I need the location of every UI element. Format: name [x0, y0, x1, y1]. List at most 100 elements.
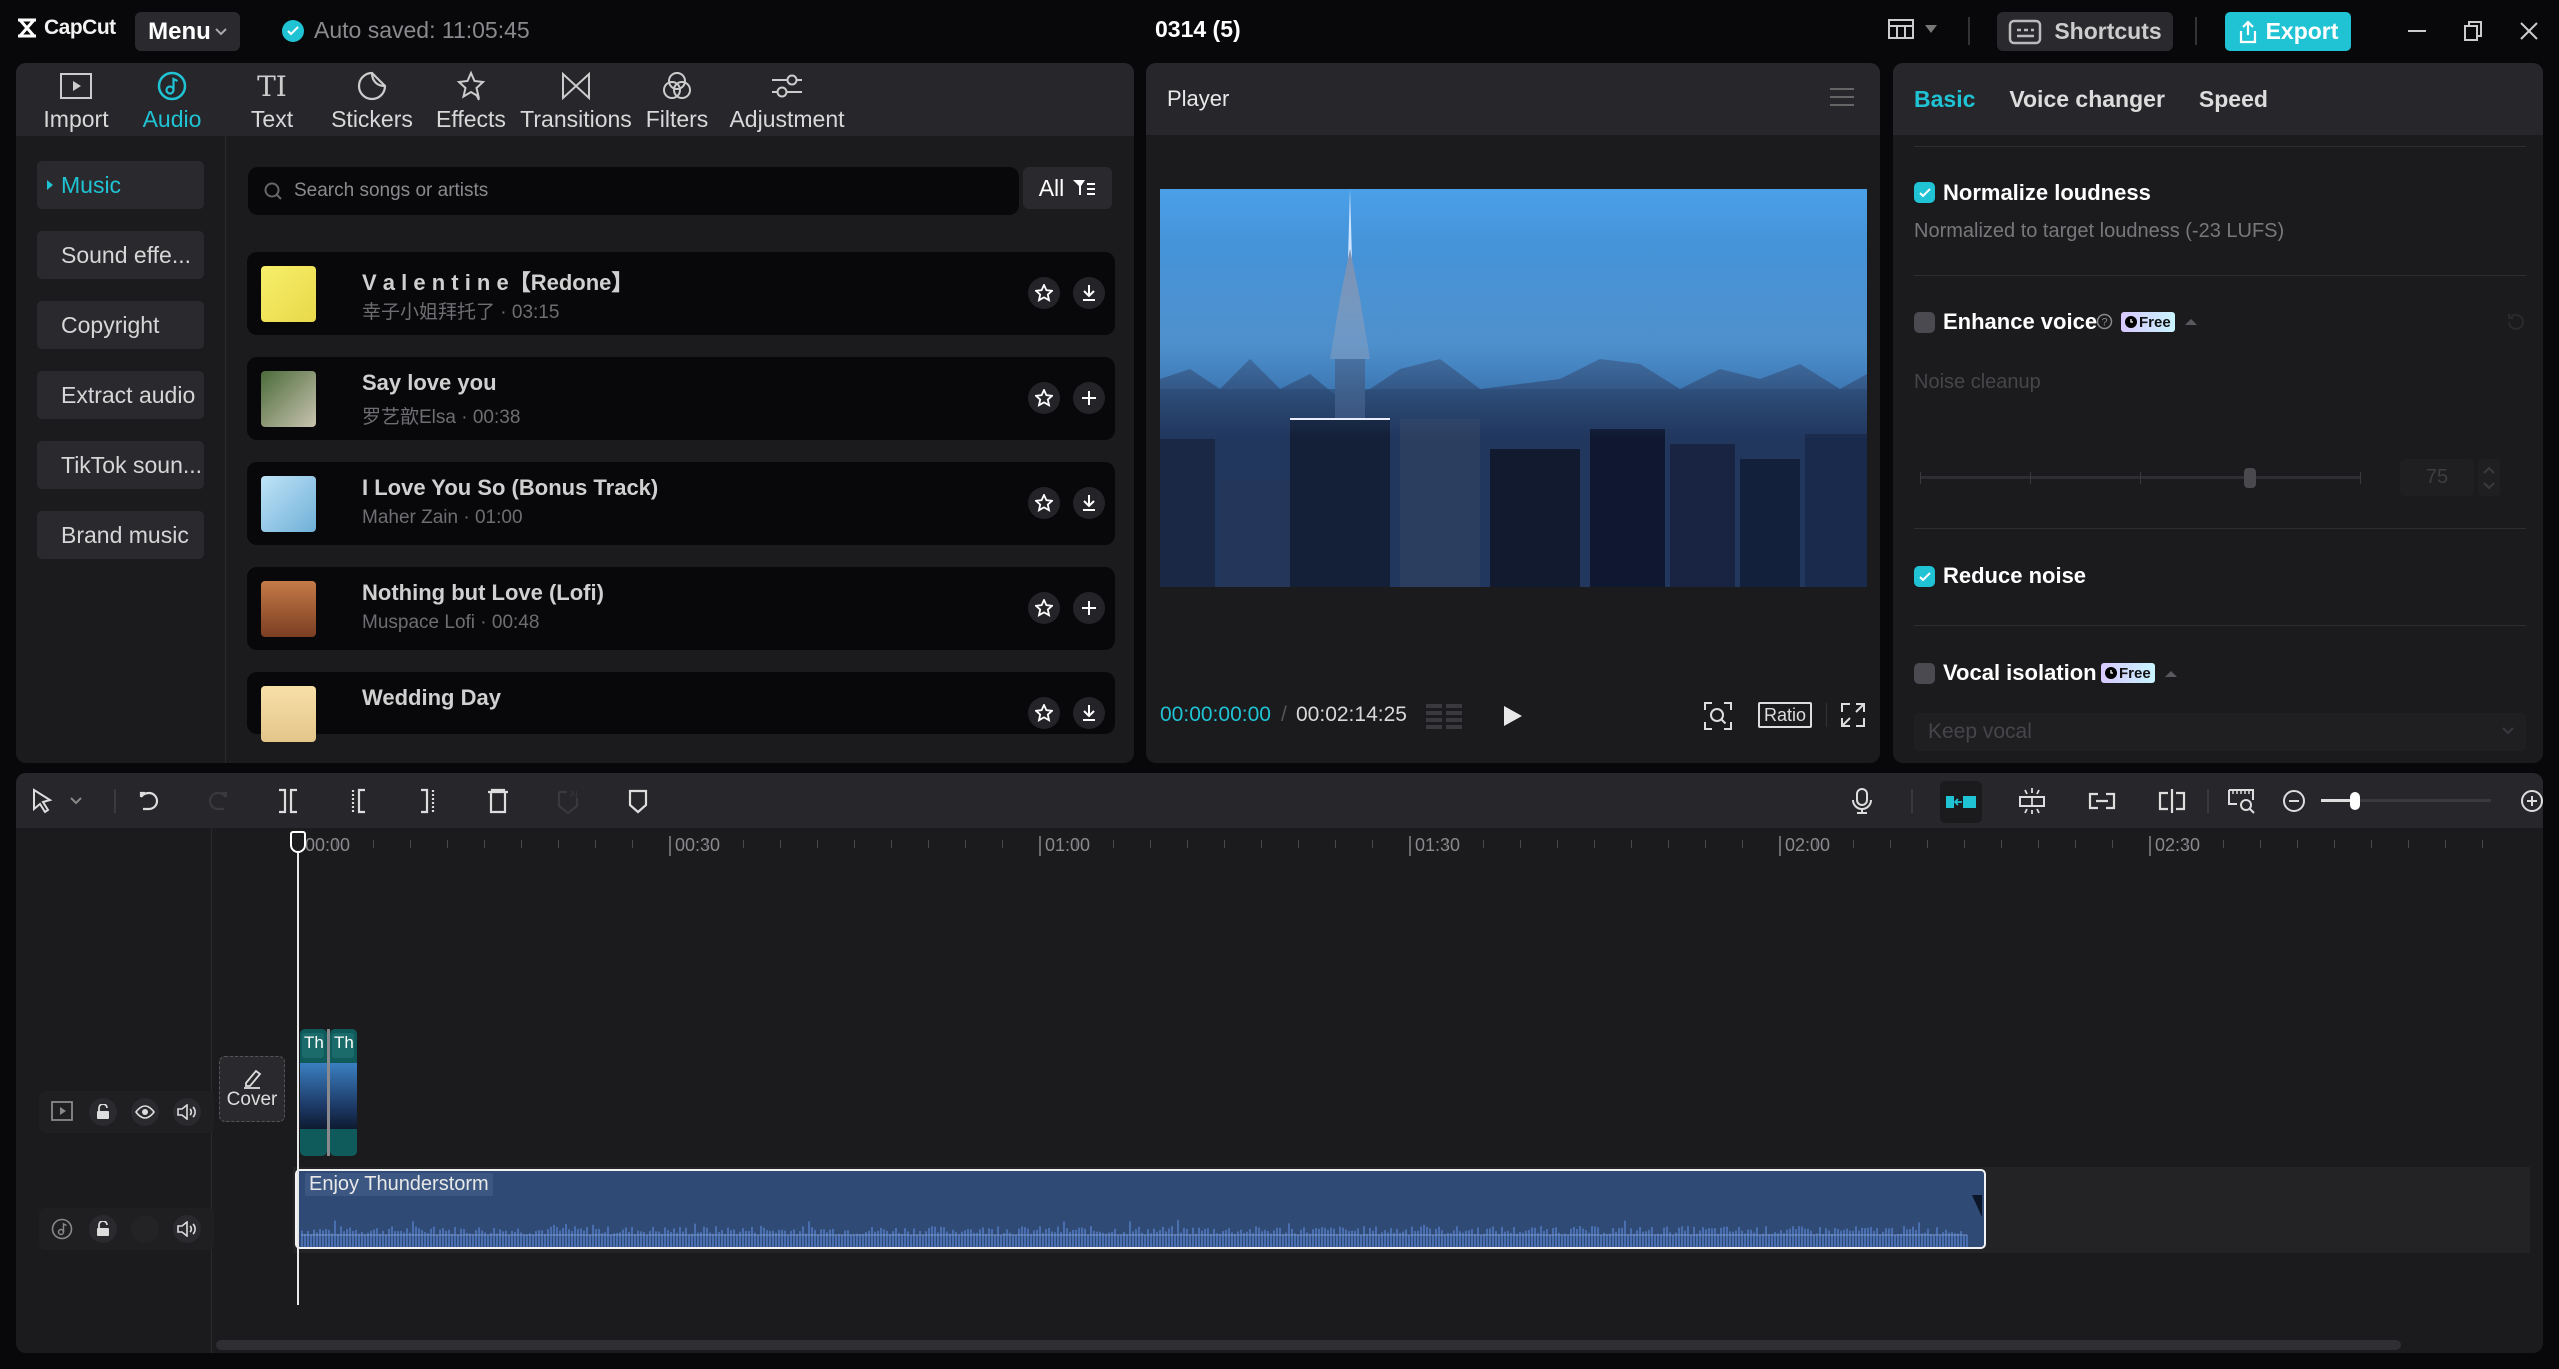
timeline-horizontal-scrollbar[interactable] [216, 1340, 2401, 1350]
search-input[interactable]: Search songs or artists [248, 167, 1019, 215]
zoom-to-fit-button[interactable] [2226, 785, 2258, 817]
video-preview[interactable] [1160, 189, 1867, 587]
select-tool-button[interactable] [26, 785, 58, 817]
tab-text[interactable]: TI Text [222, 63, 322, 136]
video-clip[interactable]: Th [330, 1029, 357, 1156]
fullscreen-button[interactable] [1840, 702, 1866, 728]
zoom-out-button[interactable] [2278, 785, 2310, 817]
audio-clip[interactable]: Enjoy Thunderstorm [295, 1169, 1986, 1249]
restore-button[interactable] [2458, 16, 2488, 46]
category-brand-music[interactable]: Brand music [37, 511, 204, 559]
mute-track-button[interactable] [173, 1098, 201, 1126]
add-button[interactable] [1073, 592, 1105, 624]
song-item[interactable]: I Love You So (Bonus Track) Maher Zain · … [247, 462, 1115, 545]
lock-track-button[interactable] [89, 1215, 117, 1243]
trim-right-button[interactable] [412, 785, 444, 817]
svg-text:?: ? [2101, 317, 2107, 329]
timeline-zoom-slider[interactable] [2321, 792, 2491, 810]
zoom-preview-button[interactable] [1703, 701, 1733, 731]
song-item[interactable]: Nothing but Love (Lofi) Muspace Lofi · 00… [247, 567, 1115, 650]
playhead-handle[interactable] [290, 831, 306, 853]
normalize-loudness-checkbox[interactable] [1914, 182, 1935, 203]
tab-stickers[interactable]: Stickers [322, 63, 422, 136]
delete-button[interactable] [482, 785, 514, 817]
add-button[interactable] [1073, 382, 1105, 414]
enhance-voice-checkbox[interactable] [1914, 312, 1935, 333]
undo-button[interactable] [133, 785, 165, 817]
project-title[interactable]: 0314 (5) [1155, 16, 1241, 43]
cover-button[interactable]: Cover [219, 1056, 285, 1122]
split-button[interactable] [272, 785, 304, 817]
song-item[interactable]: Wedding Day [247, 672, 1115, 742]
fade-handle-icon[interactable] [1972, 1195, 1982, 1217]
close-button[interactable] [2514, 16, 2544, 46]
marker-button[interactable] [622, 785, 654, 817]
tab-effects[interactable]: Effects [422, 63, 520, 136]
download-button[interactable] [1073, 697, 1105, 729]
noise-cleanup-slider[interactable] [1920, 468, 2361, 488]
minimize-button[interactable] [2402, 16, 2432, 46]
category-music[interactable]: Music [37, 161, 204, 209]
select-tool-dropdown[interactable] [66, 785, 86, 817]
slider-thumb[interactable] [2350, 792, 2360, 810]
filter-button[interactable]: All [1023, 167, 1112, 209]
zoom-in-button[interactable] [2516, 785, 2543, 817]
auto-snap-button[interactable] [2016, 785, 2048, 817]
trim-left-button[interactable] [342, 785, 374, 817]
lock-track-button[interactable] [89, 1098, 117, 1126]
favorite-button[interactable] [1028, 487, 1060, 519]
value-stepper[interactable] [2478, 459, 2500, 496]
video-clip[interactable]: Th [300, 1029, 327, 1156]
tab-basic[interactable]: Basic [1914, 86, 1975, 113]
link-button[interactable] [2086, 785, 2118, 817]
hide-track-button[interactable] [131, 1098, 159, 1126]
download-button[interactable] [1073, 277, 1105, 309]
favorite-button[interactable] [1028, 382, 1060, 414]
category-sound-effects[interactable]: Sound effe... [37, 231, 204, 279]
help-icon[interactable]: ? [2096, 313, 2113, 330]
ratio-button[interactable]: Ratio [1758, 702, 1812, 728]
tab-audio[interactable]: Audio [122, 63, 222, 136]
reduce-noise-checkbox[interactable] [1914, 566, 1935, 587]
waveform-bar [1723, 1226, 1725, 1247]
menu-button[interactable]: Menu [135, 12, 240, 51]
tab-filters[interactable]: Filters [632, 63, 722, 136]
redo-button[interactable] [202, 785, 234, 817]
collapse-caret-icon[interactable] [2185, 319, 2197, 325]
collapse-caret-icon[interactable] [2165, 671, 2177, 677]
waveform-bar [373, 1229, 375, 1247]
vocal-mode-select[interactable]: Keep vocal [1914, 713, 2526, 751]
player-menu-button[interactable] [1830, 87, 1854, 107]
playhead-line[interactable] [297, 835, 299, 1305]
song-item[interactable]: V a l e n t i n e【Redone】 幸子小姐拜托了 · 03:15 [247, 252, 1115, 335]
category-extract-audio[interactable]: Extract audio [37, 371, 204, 419]
download-button[interactable] [1073, 487, 1105, 519]
favorite-button[interactable] [1028, 592, 1060, 624]
main-track-magnet-button[interactable] [1940, 781, 1982, 823]
layout-button[interactable] [1887, 18, 1937, 40]
tab-adjustment[interactable]: Adjustment [722, 63, 852, 136]
shortcuts-button[interactable]: Shortcuts [1997, 12, 2173, 51]
song-list-scrollbar[interactable] [1123, 153, 1127, 753]
category-copyright[interactable]: Copyright [37, 301, 204, 349]
export-button[interactable]: Export [2225, 12, 2351, 51]
tab-transitions[interactable]: Transitions [520, 63, 632, 136]
vocal-isolation-checkbox[interactable] [1914, 663, 1935, 684]
frame-grid-button[interactable] [1426, 703, 1466, 731]
slider-thumb[interactable] [2244, 468, 2256, 488]
mute-track-button[interactable] [173, 1215, 201, 1243]
song-item[interactable]: Say love you 罗艺歆Elsa · 00:38 [247, 357, 1115, 440]
category-tiktok-sounds[interactable]: TikTok soun... [37, 441, 204, 489]
split-preview-button[interactable] [2156, 785, 2188, 817]
noise-cleanup-value[interactable]: 75 [2400, 459, 2474, 496]
waveform-bar [1555, 1227, 1557, 1247]
favorite-button[interactable] [1028, 697, 1060, 729]
tab-import[interactable]: Import [30, 63, 122, 136]
favorite-button[interactable] [1028, 277, 1060, 309]
tab-voice-changer[interactable]: Voice changer [2009, 86, 2165, 113]
record-audio-button[interactable] [1846, 785, 1878, 817]
reset-button[interactable] [2505, 311, 2527, 333]
ai-marker-button[interactable]: AI [552, 785, 584, 817]
play-button[interactable] [1502, 704, 1524, 728]
tab-speed[interactable]: Speed [2199, 86, 2268, 113]
